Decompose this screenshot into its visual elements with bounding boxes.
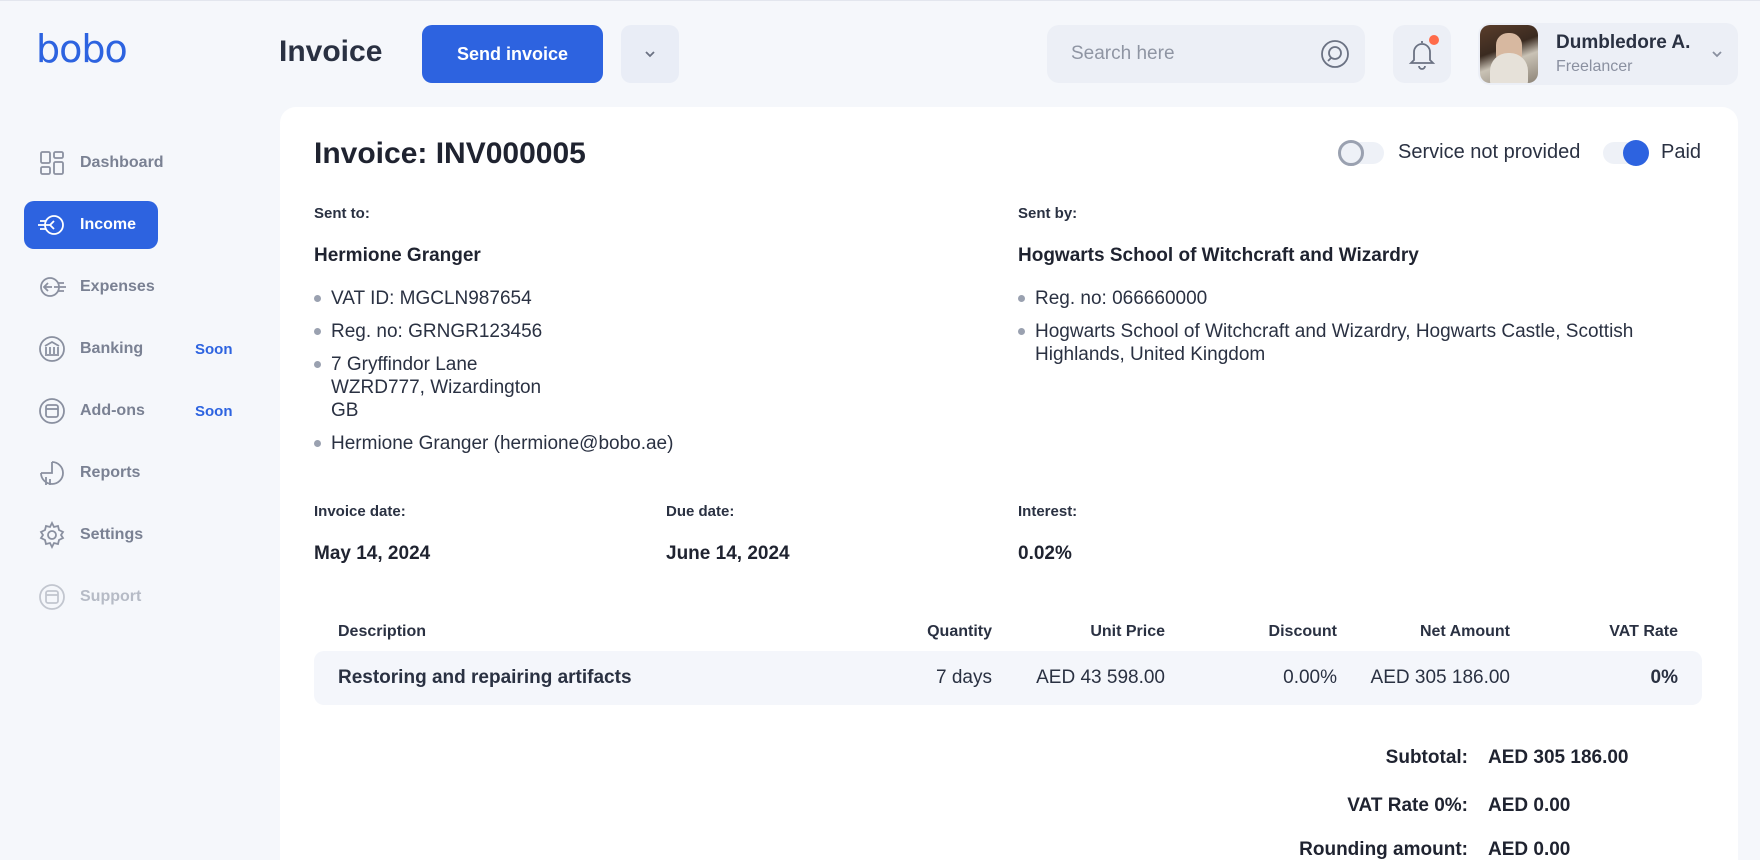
sender-name: Hogwarts School of Witchcraft and Wizard…	[1018, 245, 1419, 266]
sidebar-item-expenses[interactable]: Expenses	[24, 263, 244, 311]
sidebar-item-banking[interactable]: Banking Soon	[24, 325, 244, 373]
toggle-switch[interactable]	[1338, 139, 1384, 166]
subtotal-row: Subtotal: AED 305 186.00	[280, 747, 1738, 775]
interest-value: 0.02%	[1018, 543, 1072, 564]
total-value: AED 0.00	[1488, 839, 1571, 860]
list-item: Reg. no: 066660000	[1018, 287, 1718, 310]
sidebar-item-label: Income	[80, 216, 137, 233]
dashboard-icon	[38, 149, 66, 177]
addons-icon	[38, 397, 66, 425]
address-line: 7 Gryffindor Lane	[331, 354, 478, 375]
page-title: Invoice	[279, 35, 383, 68]
vat-row: VAT Rate 0%: AED 0.00	[280, 795, 1738, 823]
soon-badge: Soon	[195, 402, 233, 420]
search-input[interactable]	[1071, 43, 1319, 65]
soon-badge: Soon	[195, 340, 233, 358]
user-name: Dumbledore A.	[1556, 32, 1691, 53]
item-net-amount: AED 305 186.00	[1370, 667, 1510, 688]
sidebar-item-label: Dashboard	[80, 154, 164, 171]
list-item: Hogwarts School of Witchcraft and Wizard…	[1018, 320, 1718, 366]
interest-label: Interest:	[1018, 503, 1078, 520]
expenses-icon	[38, 273, 66, 301]
list-item: 7 Gryffindor Lane WZRD777, Wizardington …	[314, 353, 914, 422]
item-quantity: 7 days	[936, 667, 992, 688]
column-header: Net Amount	[1419, 623, 1510, 640]
sidebar-item-label: Expenses	[80, 278, 155, 295]
item-description: Restoring and repairing artifacts	[338, 667, 632, 688]
gear-icon	[38, 521, 66, 549]
column-header: Unit Price	[1090, 623, 1165, 640]
sidebar-item-support[interactable]: Support	[24, 573, 244, 621]
recipient-name: Hermione Granger	[314, 245, 481, 266]
total-label: Subtotal:	[1385, 747, 1468, 768]
toggle-label: Service not provided	[1398, 141, 1581, 163]
address-line: Hogwarts School of Witchcraft and Wizard…	[1035, 321, 1634, 342]
sidebar-item-addons[interactable]: Add-ons Soon	[24, 387, 244, 435]
invoice-title: Invoice: INV000005	[314, 137, 586, 170]
sidebar-item-label: Banking	[80, 340, 144, 357]
search-icon[interactable]	[1319, 38, 1351, 70]
sidebar-item-label: Settings	[80, 526, 144, 543]
user-menu[interactable]: Dumbledore A. Freelancer	[1478, 23, 1738, 85]
list-item: VAT ID: MGCLN987654	[314, 287, 914, 310]
send-invoice-button[interactable]: Send invoice	[422, 25, 603, 83]
brand-logo[interactable]: bobo	[36, 27, 128, 71]
invoice-date-label: Invoice date:	[314, 503, 406, 520]
sidebar-item-income[interactable]: Income	[24, 201, 158, 249]
column-header: VAT Rate	[1609, 623, 1678, 640]
item-unit-price: AED 43 598.00	[1036, 667, 1165, 688]
user-role: Freelancer	[1556, 58, 1633, 75]
total-value: AED 0.00	[1488, 795, 1571, 816]
income-icon	[38, 211, 66, 239]
support-icon	[38, 583, 66, 611]
search-bar[interactable]	[1047, 25, 1365, 83]
column-header: Discount	[1268, 623, 1337, 640]
due-date: June 14, 2024	[666, 543, 790, 564]
paid-toggle[interactable]: Paid	[1603, 139, 1702, 166]
sidebar-item-label: Add-ons	[80, 402, 145, 419]
sidebar-item-settings[interactable]: Settings	[24, 511, 244, 559]
table-row: Restoring and repairing artifacts 7 days…	[314, 651, 1702, 705]
sent-by-label: Sent by:	[1018, 205, 1078, 222]
rounding-row: Rounding amount: AED 0.00	[280, 839, 1738, 860]
service-not-provided-toggle[interactable]: Service not provided	[1338, 139, 1581, 166]
address-line: Highlands, United Kingdom	[1035, 344, 1266, 365]
sidebar-item-label: Reports	[80, 464, 141, 481]
total-label: Rounding amount:	[1299, 839, 1468, 860]
chevron-down-icon	[645, 51, 655, 58]
due-date-label: Due date:	[666, 503, 735, 520]
sender-details: Reg. no: 066660000 Hogwarts School of Wi…	[1018, 287, 1718, 376]
bank-icon	[38, 335, 66, 363]
sidebar-nav: Dashboard Income Expenses Banking Soon A…	[24, 139, 254, 635]
avatar	[1480, 25, 1538, 83]
total-label: VAT Rate 0%:	[1347, 795, 1468, 816]
sidebar-item-label: Support	[80, 588, 142, 605]
column-header: Description	[338, 623, 427, 640]
invoice-date: May 14, 2024	[314, 543, 431, 564]
sent-to-label: Sent to:	[314, 205, 370, 222]
toggle-label: Paid	[1661, 141, 1702, 163]
list-item: Reg. no: GRNGR123456	[314, 320, 914, 343]
notifications-button[interactable]	[1393, 25, 1451, 83]
column-header: Quantity	[927, 623, 992, 640]
list-item: Hermione Granger (hermione@bobo.ae)	[314, 432, 914, 455]
recipient-details: VAT ID: MGCLN987654 Reg. no: GRNGR123456…	[314, 287, 914, 465]
address-line: GB	[331, 400, 359, 421]
address-line: WZRD777, Wizardington	[331, 377, 542, 398]
chevron-down-icon	[1712, 51, 1722, 58]
invoice-card: Invoice: INV000005 Service not provided …	[280, 107, 1738, 860]
total-value: AED 305 186.00	[1488, 747, 1629, 768]
sidebar-item-dashboard[interactable]: Dashboard	[24, 139, 244, 187]
sidebar-item-reports[interactable]: Reports	[24, 449, 244, 497]
item-vat-rate: 0%	[1650, 667, 1678, 688]
toggle-switch[interactable]	[1603, 139, 1649, 166]
more-actions-button[interactable]	[621, 25, 679, 83]
item-discount: 0.00%	[1283, 667, 1337, 688]
reports-icon	[38, 459, 66, 487]
notification-dot	[1429, 35, 1439, 45]
table-header: Description Quantity Unit Price Discount…	[314, 617, 1702, 647]
